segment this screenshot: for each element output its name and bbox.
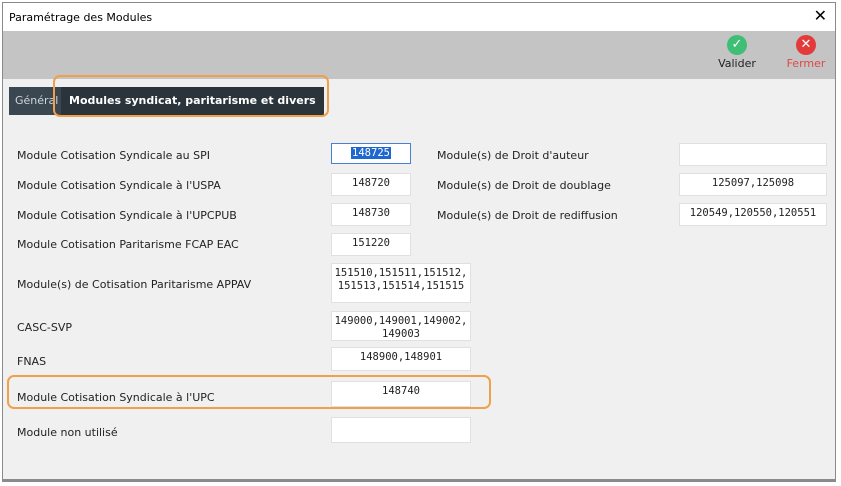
field-paritarisme-fcap[interactable]: 151220 (331, 233, 411, 256)
label-casc-svp: CASC-SVP (17, 321, 72, 334)
label-droit-doublage: Module(s) de Droit de doublage (437, 179, 611, 192)
casc-line-1: 149000,149001,149002, (334, 315, 468, 327)
field-casc-svp[interactable]: 149000,149001,149002, 149003 (331, 311, 471, 341)
valider-button[interactable]: ✓ Valider (707, 35, 767, 70)
tab-general[interactable]: Général (9, 87, 63, 115)
label-cotisation-upc: Module Cotisation Syndicale à l'UPC (17, 391, 215, 404)
toolbar: ✓ Valider ✕ Fermer (3, 31, 835, 79)
fermer-button[interactable]: ✕ Fermer (776, 35, 836, 70)
casc-line-2: 149003 (382, 328, 420, 340)
label-cotisation-upcpub: Module Cotisation Syndicale à l'UPCPUB (17, 209, 237, 222)
label-droit-rediffusion: Module(s) de Droit de rediffusion (437, 209, 618, 222)
field-droit-doublage[interactable]: 125097,125098 (679, 173, 827, 196)
label-fnas: FNAS (17, 355, 47, 368)
close-icon[interactable]: ✕ (814, 7, 827, 25)
field-droit-rediffusion[interactable]: 120549,120550,120551 (679, 203, 827, 226)
field-non-utilise[interactable] (331, 417, 471, 443)
field-paritarisme-appav[interactable]: 151510,151511,151512, 151513,151514,1515… (331, 263, 471, 303)
field-fnas[interactable]: 148900,148901 (331, 347, 471, 371)
label-cotisation-uspa: Module Cotisation Syndicale à l'USPA (17, 179, 221, 192)
field-cotisation-upc[interactable]: 148740 (331, 381, 471, 407)
appav-line-2: 151513,151514,151515 (337, 280, 465, 292)
fermer-label: Fermer (786, 57, 826, 70)
tab-modules-syndicat[interactable]: Modules syndicat, paritarisme et divers (61, 87, 324, 115)
appav-line-1: 151510,151511,151512, (334, 267, 468, 279)
label-droit-auteur: Module(s) de Droit d'auteur (437, 149, 589, 162)
check-icon: ✓ (727, 35, 747, 55)
window: Paramétrage des Modules ✕ ✓ Valider ✕ Fe… (2, 2, 836, 482)
label-non-utilise: Module non utilisé (17, 426, 118, 439)
close-circle-icon: ✕ (796, 35, 816, 55)
title-bar: Paramétrage des Modules ✕ (3, 3, 835, 31)
label-paritarisme-fcap: Module Cotisation Paritarisme FCAP EAC (17, 238, 239, 251)
window-title: Paramétrage des Modules (9, 11, 153, 24)
label-paritarisme-appav: Module(s) de Cotisation Paritarisme APPA… (17, 278, 252, 291)
field-cotisation-spi[interactable]: 148725 (331, 143, 411, 164)
field-droit-auteur[interactable] (679, 143, 827, 166)
field-cotisation-uspa[interactable]: 148720 (331, 173, 411, 196)
window-bottom-border (3, 479, 835, 481)
label-cotisation-spi: Module Cotisation Syndicale au SPI (17, 149, 210, 162)
valider-label: Valider (718, 57, 756, 70)
field-cotisation-upcpub[interactable]: 148730 (331, 203, 411, 226)
tab-strip: Général Modules syndicat, paritarisme et… (3, 79, 835, 121)
